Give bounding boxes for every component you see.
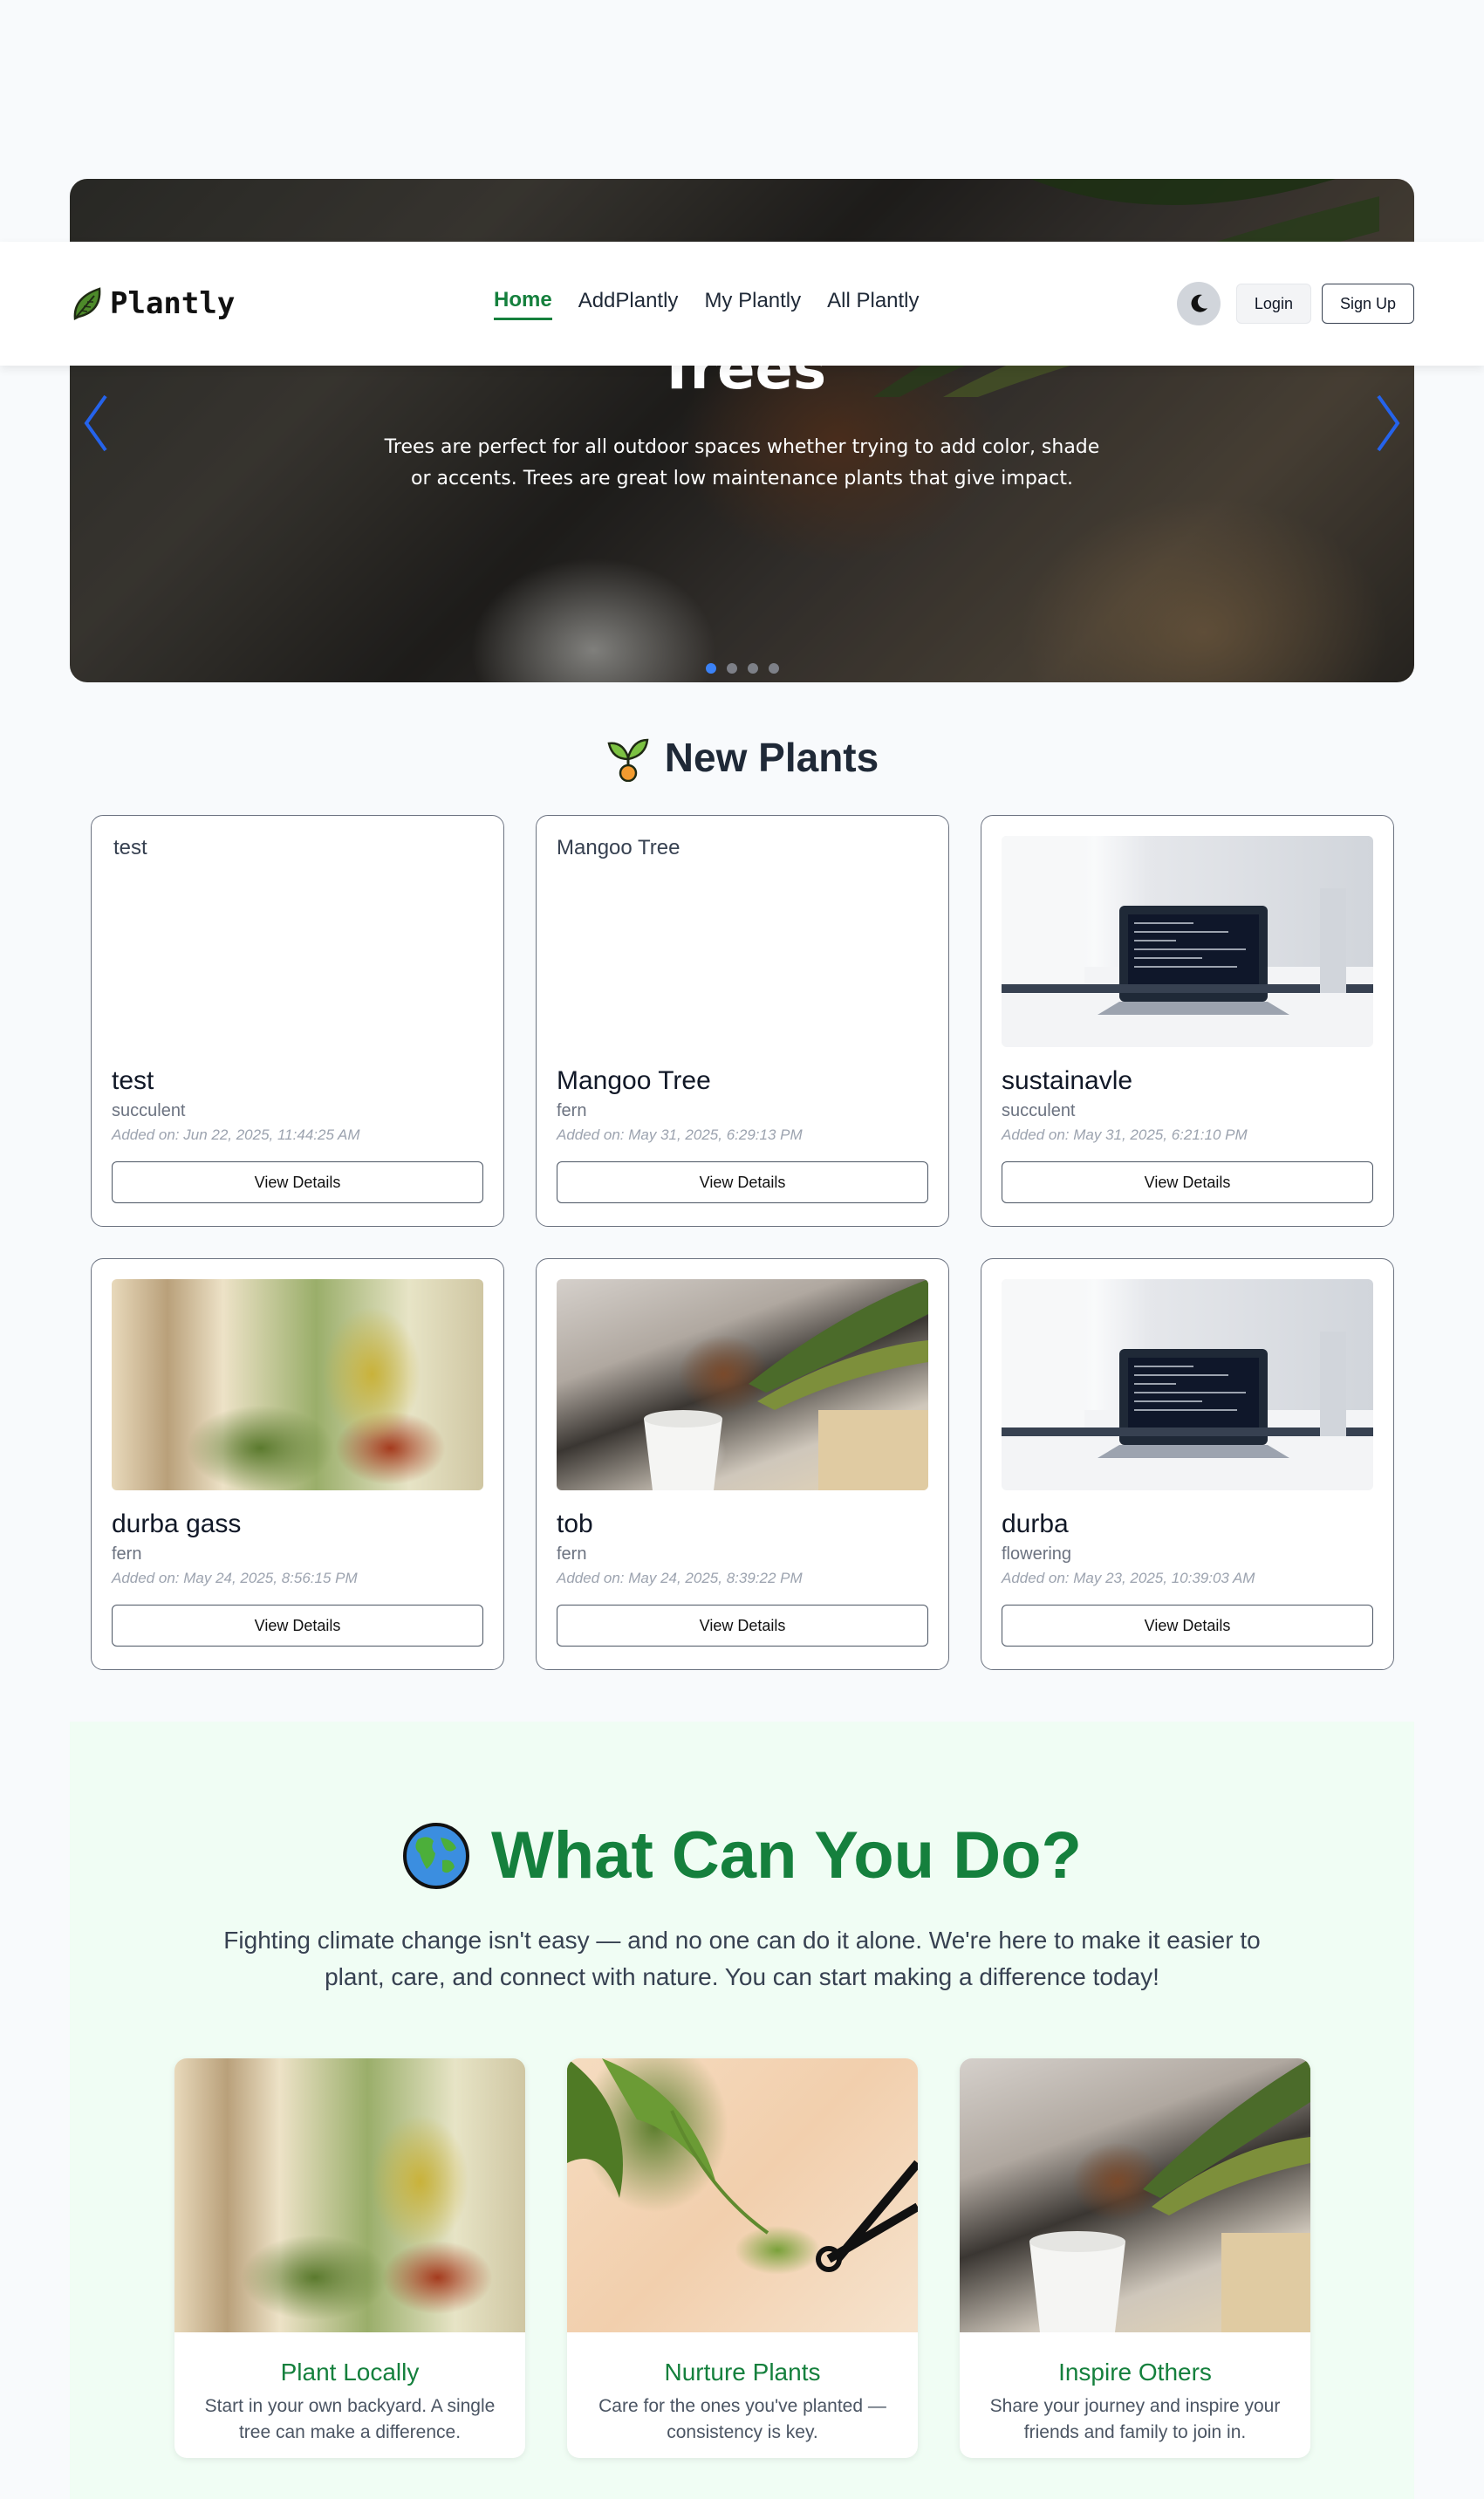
plant-type: fern	[557, 1544, 587, 1564]
broken-image-alt: test	[112, 836, 483, 860]
image-alt-text: Mangoo Tree	[557, 836, 680, 859]
navbar: Plantly Home AddPlantly My Plantly All P…	[0, 242, 1484, 366]
nav-link-all-plantly[interactable]: All Plantly	[827, 289, 919, 318]
nav-link-addplantly[interactable]: AddPlantly	[578, 289, 679, 318]
action-card-nurture-plants: Nurture Plants Care for the ones you've …	[567, 2058, 918, 2458]
carousel-dot[interactable]	[726, 663, 737, 674]
plant-date: Added on: May 31, 2025, 6:29:13 PM	[557, 1126, 803, 1143]
broken-image-alt: Mangoo Tree	[557, 836, 928, 860]
view-details-button[interactable]: View Details	[1002, 1161, 1373, 1203]
pruning-photo	[567, 2058, 918, 2272]
leaf-icon	[73, 287, 101, 320]
plant-image	[1002, 836, 1373, 1047]
action-card-image	[567, 2058, 918, 2332]
plant-card: test test succulent Added on: Jun 22, 20…	[91, 815, 504, 1227]
plant-card: tob fern Added on: May 24, 2025, 8:39:22…	[536, 1258, 949, 1670]
carousel-next-button[interactable]	[1371, 388, 1405, 458]
plant-image	[112, 1279, 483, 1490]
action-card-text: Share your journey and inspire your frie…	[989, 2396, 1281, 2442]
plant-card: durba flowering Added on: May 23, 2025, …	[981, 1258, 1394, 1670]
laptop-photo	[1002, 836, 1373, 1015]
view-details-button[interactable]: View Details	[557, 1161, 928, 1203]
plant-type: fern	[112, 1544, 142, 1564]
plant-date: Added on: Jun 22, 2025, 11:44:25 AM	[112, 1126, 360, 1143]
new-plants-title: New Plants	[664, 735, 879, 780]
plant-name: durba gass	[112, 1510, 242, 1538]
new-plants-heading: New Plants	[0, 733, 1484, 782]
plant-date: Added on: May 23, 2025, 10:39:03 AM	[1002, 1570, 1255, 1586]
plant-image: test	[112, 836, 483, 1047]
globe-icon	[403, 1822, 470, 1889]
laptop-photo	[1002, 1279, 1373, 1458]
plant-date: Added on: May 24, 2025, 8:39:22 PM	[557, 1570, 803, 1586]
carousel-dot[interactable]	[705, 663, 716, 674]
action-card-title: Plant Locally	[280, 2359, 420, 2386]
nav-links: Home AddPlantly My Plantly All Plantly	[494, 288, 920, 320]
brand-logo[interactable]: Plantly	[70, 285, 235, 322]
signup-button[interactable]: Sign Up	[1321, 284, 1414, 324]
plant-card: durba gass fern Added on: May 24, 2025, …	[91, 1258, 504, 1670]
view-details-button[interactable]: View Details	[112, 1161, 483, 1203]
action-card-text: Care for the ones you've planted — consi…	[598, 2396, 886, 2442]
action-card-image	[174, 2058, 525, 2332]
plant-image: Mangoo Tree	[557, 836, 928, 1047]
plant-type: succulent	[1002, 1101, 1076, 1120]
plant-name: Mangoo Tree	[557, 1066, 711, 1095]
carousel-dot[interactable]	[747, 663, 758, 674]
view-details-button[interactable]: View Details	[557, 1605, 928, 1647]
plant-name: durba	[1002, 1510, 1069, 1538]
plant-card: Mangoo Tree Mangoo Tree fern Added on: M…	[536, 815, 949, 1227]
plant-name: sustainavle	[1002, 1066, 1133, 1095]
plant-type: fern	[557, 1101, 587, 1120]
what-can-you-do-title: What Can You Do?	[491, 1818, 1082, 1893]
moon-icon	[1191, 294, 1207, 312]
carousel-indicators	[70, 663, 1414, 674]
carousel-dot[interactable]	[768, 663, 779, 674]
login-button[interactable]: Login	[1235, 284, 1311, 324]
plant-date: Added on: May 31, 2025, 6:21:10 PM	[1002, 1126, 1248, 1143]
view-details-button[interactable]: View Details	[1002, 1605, 1373, 1647]
what-can-you-do-heading: What Can You Do?	[70, 1818, 1414, 1893]
chevron-left-icon	[84, 394, 107, 452]
action-card-title: Nurture Plants	[664, 2359, 821, 2386]
carousel-prev-button[interactable]	[79, 388, 113, 458]
nav-link-my-plantly[interactable]: My Plantly	[704, 289, 801, 318]
image-alt-text: test	[113, 836, 147, 859]
what-can-you-do-section: What Can You Do? Fighting climate change…	[70, 1722, 1414, 2499]
plant-name: tob	[557, 1510, 593, 1538]
action-card-plant-locally: Plant Locally Start in your own backyard…	[174, 2058, 525, 2458]
plant-date: Added on: May 24, 2025, 8:56:15 PM	[112, 1570, 358, 1586]
repot-photo	[1029, 2058, 1310, 2332]
nav-actions: Login Sign Up	[1176, 282, 1414, 325]
repot-photo	[644, 1279, 928, 1490]
plant-card: sustainavle succulent Added on: May 31, …	[981, 815, 1394, 1227]
view-details-button[interactable]: View Details	[112, 1605, 483, 1647]
plant-image	[1002, 1279, 1373, 1490]
plants-grid: test test succulent Added on: Jun 22, 20…	[91, 815, 1394, 1670]
what-can-you-do-description: Fighting climate change isn't easy — and…	[223, 1927, 1261, 1990]
action-card-text: Start in your own backyard. A single tre…	[204, 2396, 496, 2442]
action-cards: Plant Locally Start in your own backyard…	[174, 2058, 1310, 2458]
plant-name: test	[112, 1066, 154, 1095]
plant-type: succulent	[112, 1101, 186, 1120]
nav-link-home[interactable]: Home	[494, 288, 552, 320]
chevron-right-icon	[1377, 394, 1400, 452]
plant-type: flowering	[1002, 1544, 1072, 1564]
seedling-icon	[607, 738, 649, 782]
action-card-title: Inspire Others	[1058, 2359, 1212, 2386]
action-card-image	[960, 2058, 1310, 2332]
brand-name: Plantly	[110, 286, 236, 321]
plant-image	[557, 1279, 928, 1490]
action-card-inspire-others: Inspire Others Share your journey and in…	[960, 2058, 1310, 2458]
theme-toggle-button[interactable]	[1176, 282, 1221, 325]
hero-description: Trees are perfect for all outdoor spaces…	[384, 436, 1100, 490]
